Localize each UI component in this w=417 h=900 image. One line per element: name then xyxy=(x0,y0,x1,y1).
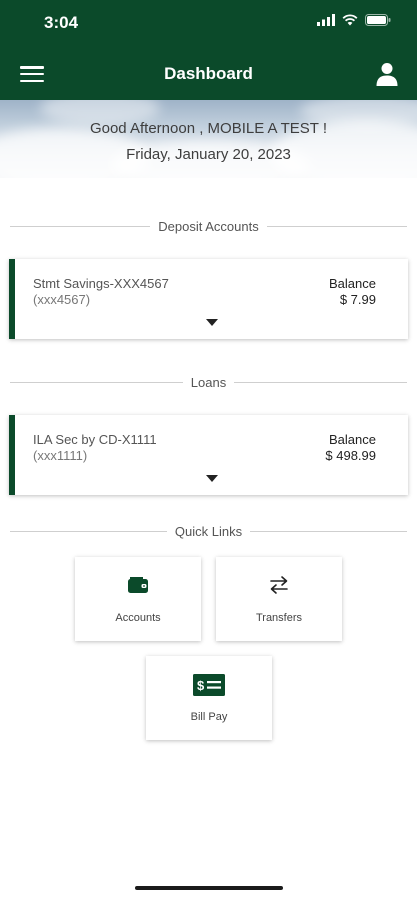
tile-label: Transfers xyxy=(255,612,303,624)
account-name: Stmt Savings-XXX4567 xyxy=(33,276,169,291)
tile-label: Bill Pay xyxy=(190,711,228,723)
status-bar: 3:04 xyxy=(0,0,417,48)
transfer-arrows-icon xyxy=(270,576,288,594)
section-title: Deposit Accounts xyxy=(158,218,259,234)
loan-name: ILA Sec by CD-X1111 xyxy=(33,432,157,447)
user-icon[interactable] xyxy=(373,60,401,88)
loan-card[interactable]: ILA Sec by CD-X1111 (xxx1111) Balance $ … xyxy=(9,415,408,495)
status-time: 3:04 xyxy=(44,13,79,32)
page-title: Dashboard xyxy=(164,64,253,83)
tile-label: Accounts xyxy=(115,612,161,624)
account-number: (xxx4567) xyxy=(33,292,91,307)
balance-value: $ 7.99 xyxy=(339,292,376,307)
signal-icon xyxy=(317,14,335,26)
app-header: Dashboard xyxy=(0,48,417,100)
balance-label: Balance xyxy=(329,432,376,447)
section-title: Quick Links xyxy=(174,523,243,539)
transfers-tile[interactable]: Transfers xyxy=(216,557,342,641)
greeting-banner: Good Afternoon , MOBILE A TEST ! Friday,… xyxy=(0,100,417,178)
account-card[interactable]: Stmt Savings-XXX4567 (xxx4567) Balance $… xyxy=(9,259,408,339)
section-title: Loans xyxy=(190,374,227,390)
battery-icon xyxy=(365,14,391,26)
balance-value: $ 498.99 xyxy=(325,448,376,463)
balance-label: Balance xyxy=(329,276,376,291)
loan-number: (xxx1111) xyxy=(33,448,88,463)
quick-links-divider: Quick Links xyxy=(10,521,408,541)
wifi-icon xyxy=(342,14,358,26)
deposit-accounts-divider: Deposit Accounts xyxy=(10,216,408,236)
bill-pay-tile[interactable]: $ Bill Pay xyxy=(146,656,272,740)
status-icons xyxy=(317,14,391,26)
expand-caret-icon[interactable] xyxy=(205,475,218,482)
bill-pay-icon: $ xyxy=(193,674,225,696)
expand-caret-icon[interactable] xyxy=(205,319,218,326)
home-indicator[interactable] xyxy=(135,886,283,890)
svg-text:$: $ xyxy=(197,678,205,693)
wallet-icon xyxy=(128,577,148,593)
loans-divider: Loans xyxy=(10,372,408,392)
greeting-message: Good Afternoon , MOBILE A TEST ! xyxy=(89,120,328,137)
greeting-date: Friday, January 20, 2023 xyxy=(126,146,291,163)
accounts-tile[interactable]: Accounts xyxy=(75,557,201,641)
